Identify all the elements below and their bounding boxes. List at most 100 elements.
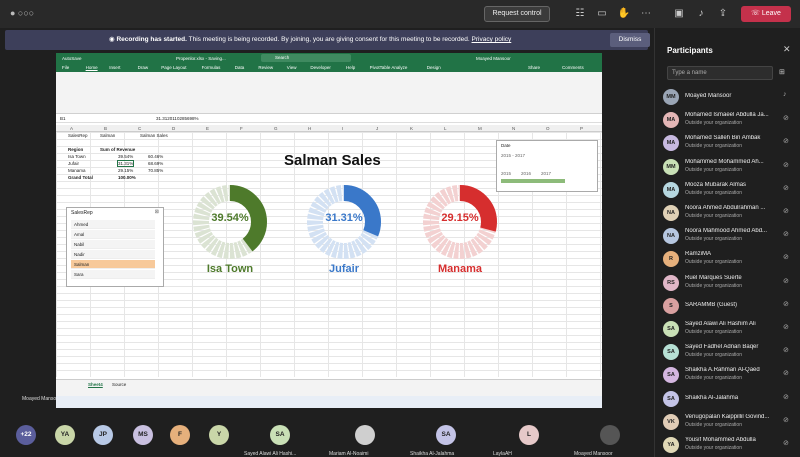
participant-name: Sayed Alawi Ali Hashim Ali xyxy=(685,321,756,327)
gallery-avatar[interactable] xyxy=(600,425,620,445)
participant-row[interactable]: MM Moayed Mansoor ♪ xyxy=(663,88,795,108)
name-box[interactable]: B1 xyxy=(60,116,66,121)
date-timeline[interactable]: Date 2015 - 2017 2015 2016 2017 xyxy=(496,140,598,192)
slicer-item[interactable]: Amal xyxy=(71,230,155,239)
slicer-item[interactable]: Ahmed xyxy=(71,220,155,229)
comments-button[interactable]: Comments xyxy=(562,65,584,70)
gallery-avatar[interactable]: SA xyxy=(436,425,456,445)
donut-chart-manama[interactable]: 29.15% xyxy=(422,184,498,260)
excel-menu-design[interactable]: Design xyxy=(427,65,441,70)
sheet-tab-source[interactable]: Source xyxy=(112,382,126,387)
avatar: NA xyxy=(663,228,679,245)
column-header[interactable]: O xyxy=(546,126,550,131)
excel-menu-developer[interactable]: Developer xyxy=(310,65,331,70)
column-header[interactable]: I xyxy=(342,126,343,131)
column-header[interactable]: P xyxy=(580,126,583,131)
excel-menu-review[interactable]: Review xyxy=(258,65,273,70)
gallery-avatar[interactable]: F xyxy=(170,425,190,445)
column-header[interactable]: E xyxy=(206,126,209,131)
autosave-label[interactable]: AutoSave xyxy=(62,56,82,61)
column-header[interactable]: D xyxy=(172,126,175,131)
column-header[interactable]: B xyxy=(104,126,107,131)
column-header[interactable]: N xyxy=(512,126,515,131)
excel-menu-file[interactable]: File xyxy=(62,65,69,70)
filter-value[interactable]: Salman xyxy=(100,133,115,138)
participant-row[interactable]: SA Shaikha A.Rahman Al-Qaed Outside your o… xyxy=(663,366,795,386)
privacy-policy-link[interactable]: Privacy policy xyxy=(472,36,512,43)
participant-name: Mooza Mubarak Almas xyxy=(685,181,747,188)
participant-row[interactable]: SA Shaikha Al-Jalahma ⊘ xyxy=(663,390,795,410)
request-control-button[interactable]: Request control xyxy=(484,6,550,22)
share-icon[interactable]: ⇪ xyxy=(716,7,730,21)
column-header[interactable]: J xyxy=(376,126,378,131)
slicer-item[interactable]: Salman xyxy=(71,260,155,269)
participant-row[interactable]: YA Yousif Mohammed Abdulla Outside your or… xyxy=(663,436,795,456)
gallery-name: Sayed Alawi Ali Hashi... xyxy=(244,451,297,457)
participant-row[interactable]: VK Venugopalan Kaippillil Govind... Outsid… xyxy=(663,413,795,433)
dismiss-button[interactable]: Dismiss xyxy=(610,33,650,47)
participant-row[interactable]: RS Ruel Marques Suerte Outside your organi… xyxy=(663,274,795,294)
excel-menu-view[interactable]: View xyxy=(287,65,297,70)
participant-row[interactable]: NA Noora Ahmed Abdulrahman ... Outside you… xyxy=(663,204,795,224)
clear-filter-icon[interactable]: ⊠ xyxy=(155,209,159,215)
column-header[interactable]: G xyxy=(274,126,278,131)
slicer-item[interactable]: Sara xyxy=(71,270,155,279)
participant-row[interactable]: MA Mohamed Ismaeel Abdulla Ja... Outside y… xyxy=(663,111,795,131)
slicer-item[interactable]: Nabil xyxy=(71,240,155,249)
raise-hand-icon[interactable]: ✋ xyxy=(617,7,631,21)
column-header[interactable]: C xyxy=(138,126,141,131)
sheet-tab-sheet4[interactable]: Sheet4 xyxy=(88,382,103,387)
excel-menu-draw[interactable]: Draw xyxy=(138,65,149,70)
gallery-avatar[interactable]: L xyxy=(519,425,539,445)
meeting-top-bar: ● ○○○ Request control ☷ ▭ ✋ ⋯ ▣ ♪ ⇪ ☏ Le… xyxy=(0,0,800,28)
camera-off-icon[interactable]: ▣ xyxy=(672,7,686,21)
gallery-avatar[interactable]: SA xyxy=(270,425,290,445)
participant-row[interactable]: MM Mohammed Mohammed Ah... Outside your or… xyxy=(663,158,795,178)
participant-row[interactable]: MA Mooza Mubarak Almas Outside your organi… xyxy=(663,181,795,201)
gallery-avatar[interactable] xyxy=(355,425,375,445)
excel-menu-insert[interactable]: Insert xyxy=(109,65,120,70)
donut-chart-isa-town[interactable]: 39.54% xyxy=(192,184,268,260)
participant-row[interactable]: MA Mohamed Salleh Bin Ambak Outside your o… xyxy=(663,134,795,154)
participant-row[interactable]: R RamziMA Outside your organization ⊘ xyxy=(663,250,795,270)
timeline-bar[interactable] xyxy=(501,179,565,183)
formula-value[interactable]: 31.3120110285698% xyxy=(156,116,198,121)
gallery-avatar[interactable]: Y xyxy=(209,425,229,445)
column-header[interactable]: M xyxy=(478,126,482,131)
excel-menu-page-layout[interactable]: Page Layout xyxy=(161,65,186,70)
column-header[interactable]: H xyxy=(308,126,311,131)
region-label-isa-town: Isa Town xyxy=(206,263,254,275)
close-icon[interactable]: ✕ xyxy=(783,44,791,55)
excel-menu-home[interactable]: Home xyxy=(86,65,98,70)
more-participants-button[interactable]: +22 xyxy=(16,425,36,445)
column-header[interactable]: L xyxy=(444,126,447,131)
participant-row[interactable]: NA Noora Mahmood Ahmed Abd... Outside your… xyxy=(663,227,795,247)
excel-menu-data[interactable]: Data xyxy=(235,65,245,70)
column-header[interactable]: A xyxy=(70,126,73,131)
participant-search-input[interactable]: Type a name xyxy=(667,66,773,80)
gallery-avatar[interactable]: JP xyxy=(93,425,113,445)
participant-name: Moayed Mansoor xyxy=(685,93,732,99)
participant-row[interactable]: S SARAMMB (Guest) ⊘ xyxy=(663,297,795,317)
excel-menu-help[interactable]: Help xyxy=(346,65,355,70)
gallery-avatar[interactable]: MS xyxy=(133,425,153,445)
gallery-avatar[interactable]: YA xyxy=(55,425,75,445)
excel-menu-pivottable-analyze[interactable]: PivotTable Analyze xyxy=(370,65,408,70)
share-button[interactable]: Share xyxy=(528,65,540,70)
excel-search-box[interactable]: Search xyxy=(261,54,351,62)
column-header[interactable]: K xyxy=(410,126,413,131)
more-icon[interactable]: ⋯ xyxy=(639,7,653,21)
excel-menu-formulas[interactable]: Formulas xyxy=(202,65,221,70)
participant-row[interactable]: SA Sayed Alawi Ali Hashim Ali Outside your… xyxy=(663,320,795,340)
leave-button[interactable]: ☏ Leave xyxy=(741,6,791,22)
participant-row[interactable]: SA Sayed Fadhel Adnan Baqer Outside your o… xyxy=(663,343,795,363)
mic-off-icon[interactable]: ♪ xyxy=(694,7,708,21)
salesrep-slicer[interactable]: SalesRep ⊠ Ahmed Amal Nabil Nadir Salman Sara xyxy=(66,207,164,287)
formula-bar[interactable]: B1 31.3120110285698% xyxy=(56,115,602,123)
add-people-icon[interactable]: ⊞ xyxy=(779,68,785,76)
people-icon[interactable]: ☷ xyxy=(573,7,587,21)
donut-chart-jufair[interactable]: 31.31% xyxy=(306,184,382,260)
slicer-item[interactable]: Nadir xyxy=(71,250,155,259)
chat-icon[interactable]: ▭ xyxy=(595,7,609,21)
column-header[interactable]: F xyxy=(240,126,243,131)
